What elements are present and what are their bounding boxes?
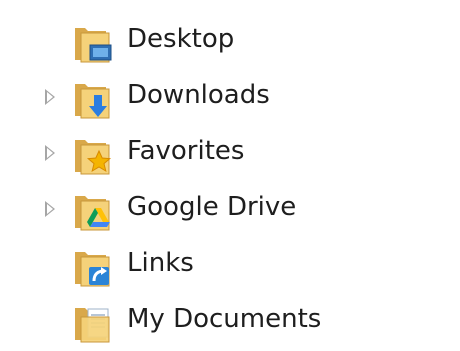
tree-item-desktop[interactable]: Desktop bbox=[0, 13, 460, 69]
tree-item-label: Desktop bbox=[127, 24, 235, 54]
tree-item-downloads[interactable]: Downloads bbox=[0, 69, 460, 125]
tree-item-label: Favorites bbox=[127, 136, 245, 166]
expand-arrow-icon[interactable] bbox=[45, 201, 55, 217]
google-drive-folder-icon bbox=[75, 196, 110, 231]
tree-item-label: Downloads bbox=[127, 80, 270, 110]
links-folder-icon bbox=[75, 252, 110, 287]
expand-arrow-icon[interactable] bbox=[45, 89, 55, 105]
favorites-folder-icon bbox=[75, 140, 112, 175]
tree-item-favorites[interactable]: Favorites bbox=[0, 125, 460, 181]
desktop-folder-icon bbox=[75, 28, 112, 63]
tree-item-label: My Documents bbox=[127, 304, 322, 334]
tree-item-label: Google Drive bbox=[127, 192, 297, 222]
tree-item-google-drive[interactable]: Google Drive bbox=[0, 181, 460, 237]
folder-navigation-tree: Desktop Downloads Favorites Google Drive… bbox=[0, 0, 460, 351]
expand-arrow-icon[interactable] bbox=[45, 145, 55, 161]
tree-item-links[interactable]: Links bbox=[0, 237, 460, 293]
tree-item-label: Links bbox=[127, 248, 194, 278]
tree-item-my-documents[interactable]: My Documents bbox=[0, 293, 460, 349]
downloads-folder-icon bbox=[75, 84, 110, 119]
documents-folder-icon bbox=[75, 308, 110, 343]
